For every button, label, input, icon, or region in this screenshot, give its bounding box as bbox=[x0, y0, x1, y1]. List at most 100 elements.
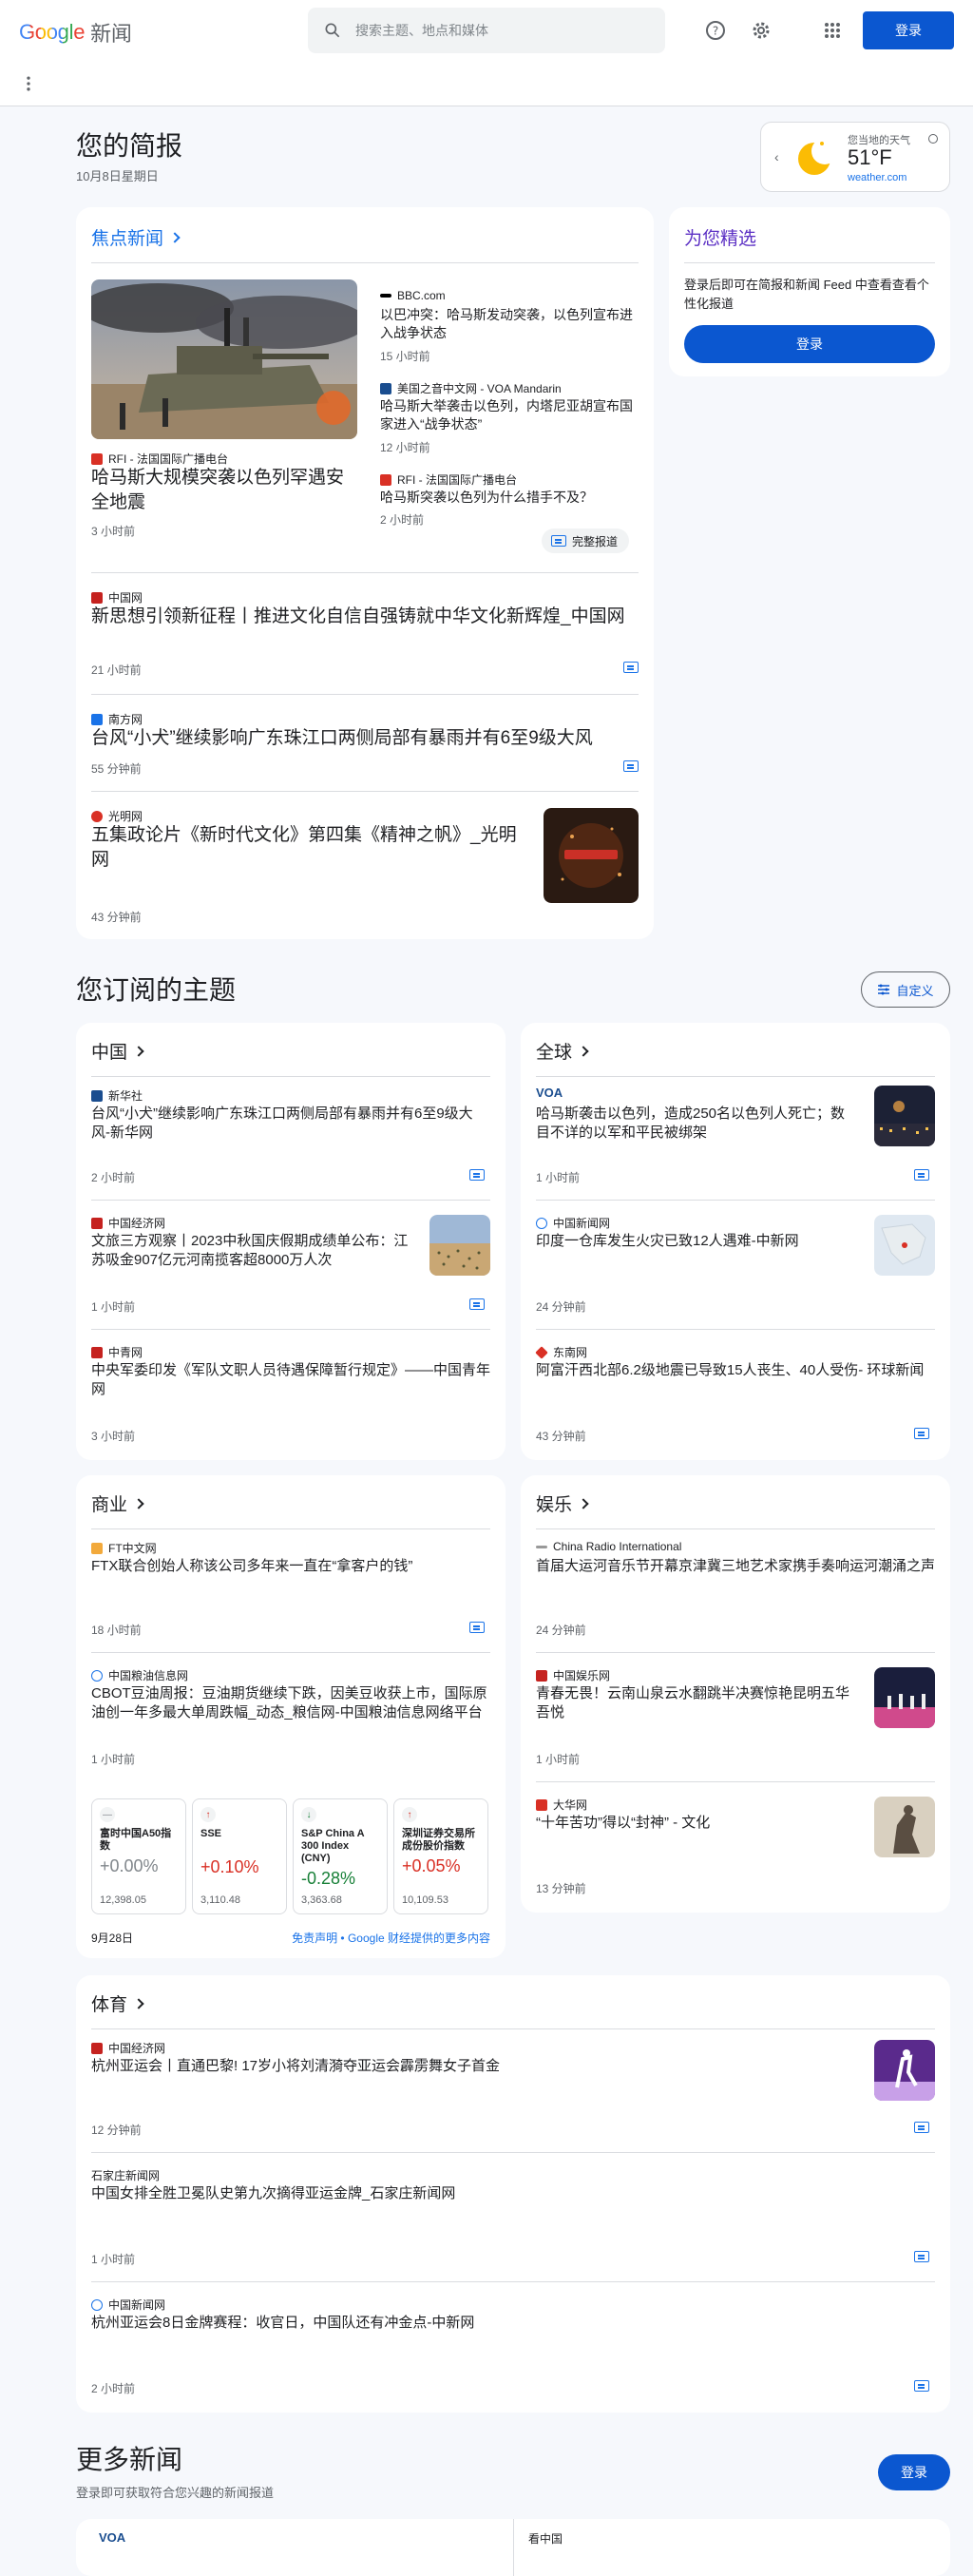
story-headline[interactable]: 首届大运河音乐节开幕京津冀三地艺术家携手奏响运河潮涌之声 bbox=[536, 1557, 935, 1576]
story-source[interactable]: 看中国 bbox=[528, 2530, 563, 2547]
documentary-thumbnail-image[interactable] bbox=[544, 808, 639, 903]
stock-card[interactable]: ↑ SSE +0.10% 3,110.48 bbox=[192, 1798, 287, 1914]
customize-button[interactable]: 自定义 bbox=[861, 971, 950, 1008]
full-coverage-icon[interactable] bbox=[914, 2251, 929, 2262]
story-headline[interactable]: CBOT豆油周报：豆油期货继续下跌，因美豆收获上市，国际原油创一年多最大单周跌幅… bbox=[91, 1684, 490, 1722]
full-coverage-icon[interactable] bbox=[914, 2122, 929, 2133]
story-time: 1 小时前 bbox=[536, 1753, 581, 1766]
full-coverage-icon[interactable] bbox=[623, 760, 639, 772]
breakdance-thumbnail[interactable] bbox=[874, 2040, 935, 2101]
more-vert-icon[interactable] bbox=[19, 74, 38, 93]
source-name: FT中文网 bbox=[108, 1542, 157, 1555]
full-coverage-icon[interactable] bbox=[469, 1622, 485, 1633]
story-source[interactable]: 中国娱乐网 bbox=[536, 1667, 610, 1683]
divider bbox=[536, 1076, 935, 1077]
chevron-left-icon[interactable]: ‹ bbox=[774, 149, 779, 164]
story-source[interactable]: 中国新闻网 bbox=[536, 1215, 610, 1231]
main-story-source[interactable]: RFI - 法国国际广播电台 bbox=[91, 451, 228, 467]
top-stories-title[interactable]: 焦点新闻 bbox=[91, 224, 181, 250]
side-story-headline[interactable]: 以巴冲突：哈马斯发动突袭，以色列宣布进入战争状态 bbox=[380, 306, 639, 342]
story-source[interactable]: 中国粮油信息网 bbox=[91, 1667, 188, 1683]
stock-card[interactable]: ↑ 深圳证券交易所成份股价指数 +0.05% 10,109.53 bbox=[393, 1798, 488, 1914]
side-story-source[interactable]: BBC.com bbox=[380, 289, 446, 302]
finance-disclaimer-link[interactable]: 免责声明 • Google 财经提供的更多内容 bbox=[292, 1930, 490, 1946]
arrow-up-icon: ↑ bbox=[200, 1807, 216, 1822]
story-headline[interactable]: 台风“小犬”继续影响广东珠江口两侧局部有暴雨并有6至9级大风-新华网 bbox=[91, 1105, 490, 1143]
story-source[interactable]: 东南网 bbox=[535, 1344, 587, 1360]
stock-card[interactable]: — 富时中国A50指数 +0.00% 12,398.05 bbox=[91, 1798, 186, 1914]
night-city-thumbnail[interactable] bbox=[874, 1086, 935, 1146]
tank-news-image[interactable] bbox=[91, 279, 357, 439]
google-news-logo[interactable]: Google 新闻 bbox=[19, 17, 132, 48]
story-source[interactable]: China Radio International bbox=[536, 1540, 681, 1553]
beach-crowd-thumbnail[interactable] bbox=[429, 1215, 490, 1276]
story-source[interactable]: VOA bbox=[99, 2530, 125, 2545]
story-time: 2 小时前 bbox=[91, 2382, 136, 2395]
sports-title[interactable]: 体育 bbox=[91, 1990, 144, 2016]
side-story-headline[interactable]: 哈马斯突袭以色列为什么措手不及？ bbox=[380, 489, 639, 507]
full-coverage-icon[interactable] bbox=[914, 2380, 929, 2392]
entertainment-title[interactable]: 娱乐 bbox=[536, 1490, 589, 1516]
more-news-login-button[interactable]: 登录 bbox=[878, 2454, 950, 2490]
story-headline[interactable]: FTX联合创始人称该公司多年来一直在“拿客户的钱” bbox=[91, 1557, 490, 1576]
story-source[interactable]: 中国经济网 bbox=[91, 2040, 165, 2056]
world-title[interactable]: 全球 bbox=[536, 1038, 589, 1064]
full-coverage-icon[interactable] bbox=[469, 1169, 485, 1181]
full-coverage-button[interactable]: 完整报道 bbox=[542, 529, 630, 553]
story-headline[interactable]: 杭州亚运会8日金牌赛程：收官日，中国队还有冲金点-中新网 bbox=[91, 2314, 851, 2333]
story-headline[interactable]: 台风“小犬”继续影响广东珠江口两侧局部有暴雨并有6至9级大风 bbox=[91, 726, 639, 751]
story-headline[interactable]: 中国女排全胜卫冕队史第九次摘得亚运金牌_石家庄新闻网 bbox=[91, 2184, 851, 2203]
story-source[interactable]: 中国网 bbox=[91, 589, 143, 606]
story-headline[interactable]: 印度一仓库发生火灾已致12人遇难-中新网 bbox=[536, 1232, 859, 1251]
story-headline[interactable]: 杭州亚运会丨直通巴黎! 17岁小将刘清漪夺亚运会霹雳舞女子首金 bbox=[91, 2057, 851, 2076]
search-input[interactable]: 搜索主题、地点和媒体 bbox=[308, 8, 665, 53]
story-headline[interactable]: “十年苦功”得以“封神” - 文化 bbox=[536, 1814, 859, 1833]
full-coverage-icon[interactable] bbox=[914, 1169, 929, 1181]
business-title[interactable]: 商业 bbox=[91, 1490, 144, 1516]
for-you-title: 为您精选 bbox=[684, 229, 757, 249]
weather-source-link[interactable]: weather.com bbox=[848, 172, 906, 183]
source-name: 南方网 bbox=[108, 713, 143, 726]
ft-logo-icon bbox=[91, 1542, 103, 1554]
story-headline[interactable]: 哈马斯袭击以色列，造成250名以色列人死亡；数目不详的以军和平民被绑架 bbox=[536, 1105, 859, 1143]
stage-performance-thumbnail[interactable] bbox=[874, 1667, 935, 1728]
story-source[interactable]: 中国经济网 bbox=[91, 1215, 165, 1231]
story-source[interactable]: 南方网 bbox=[91, 711, 143, 727]
story-headline[interactable]: 阿富汗西北部6.2级地震已导致15人丧生、40人受伤- 环球新闻 bbox=[536, 1361, 935, 1380]
story-source[interactable]: 新华社 bbox=[91, 1087, 143, 1104]
side-story-headline[interactable]: 哈马斯大举袭击以色列，内塔尼亚胡宣布国家进入“战争状态” bbox=[380, 397, 639, 433]
weather-widget[interactable]: ‹ 您当地的天气 51°F weather.com bbox=[760, 122, 950, 192]
help-icon[interactable]: ? bbox=[704, 19, 727, 42]
china-title[interactable]: 中国 bbox=[91, 1038, 144, 1064]
source-name: 美国之音中文网 - VOA Mandarin bbox=[397, 382, 562, 395]
ylq-logo-icon bbox=[536, 1669, 547, 1682]
story-source[interactable]: 大华网 bbox=[536, 1797, 587, 1813]
source-name: 光明网 bbox=[108, 810, 143, 823]
story-headline[interactable]: 新思想引领新征程丨推进文化自信自强铸就中华文化新辉煌_中国网 bbox=[91, 605, 639, 629]
header-login-button[interactable]: 登录 bbox=[863, 11, 954, 49]
full-coverage-icon[interactable] bbox=[623, 662, 639, 673]
full-coverage-icon[interactable] bbox=[469, 1298, 485, 1310]
statue-thumbnail[interactable] bbox=[874, 1797, 935, 1857]
map-thumbnail[interactable] bbox=[874, 1215, 935, 1276]
stock-change: +0.00% bbox=[100, 1856, 159, 1875]
story-source[interactable]: 光明网 bbox=[91, 808, 143, 824]
side-story-source[interactable]: RFI - 法国国际广播电台 bbox=[380, 471, 517, 488]
apps-grid-icon[interactable] bbox=[821, 19, 844, 42]
side-story-source[interactable]: 美国之音中文网 - VOA Mandarin bbox=[380, 380, 562, 396]
full-coverage-icon[interactable] bbox=[914, 1428, 929, 1439]
stock-card[interactable]: ↓ S&P China A 300 Index (CNY) -0.28% 3,3… bbox=[293, 1798, 388, 1914]
story-source[interactable]: 中国新闻网 bbox=[91, 2297, 165, 2313]
story-source[interactable]: VOA bbox=[536, 1086, 563, 1100]
location-icon[interactable] bbox=[928, 134, 938, 144]
story-headline[interactable]: 青春无畏！云南山泉云水翻跳半决赛惊艳昆明五华吾悦 bbox=[536, 1684, 859, 1722]
story-headline[interactable]: 文旅三方观察丨2023中秋国庆假期成绩单公布：江苏吸金907亿元河南揽客超800… bbox=[91, 1232, 414, 1270]
story-source[interactable]: 石家庄新闻网 bbox=[91, 2167, 160, 2183]
story-source[interactable]: FT中文网 bbox=[91, 1540, 157, 1556]
for-you-login-button[interactable]: 登录 bbox=[684, 325, 935, 363]
story-headline[interactable]: 五集政论片《新时代文化》第四集《精神之帆》_光明网 bbox=[91, 823, 528, 873]
story-headline[interactable]: 中央军委印发《军队文职人员待遇保障暂行规定》——中国青年网 bbox=[91, 1361, 490, 1399]
main-story-headline[interactable]: 哈马斯大规模突袭以色列罕遇安全地震 bbox=[91, 466, 361, 515]
story-source[interactable]: 中青网 bbox=[91, 1344, 143, 1360]
settings-gear-icon[interactable] bbox=[750, 19, 773, 42]
